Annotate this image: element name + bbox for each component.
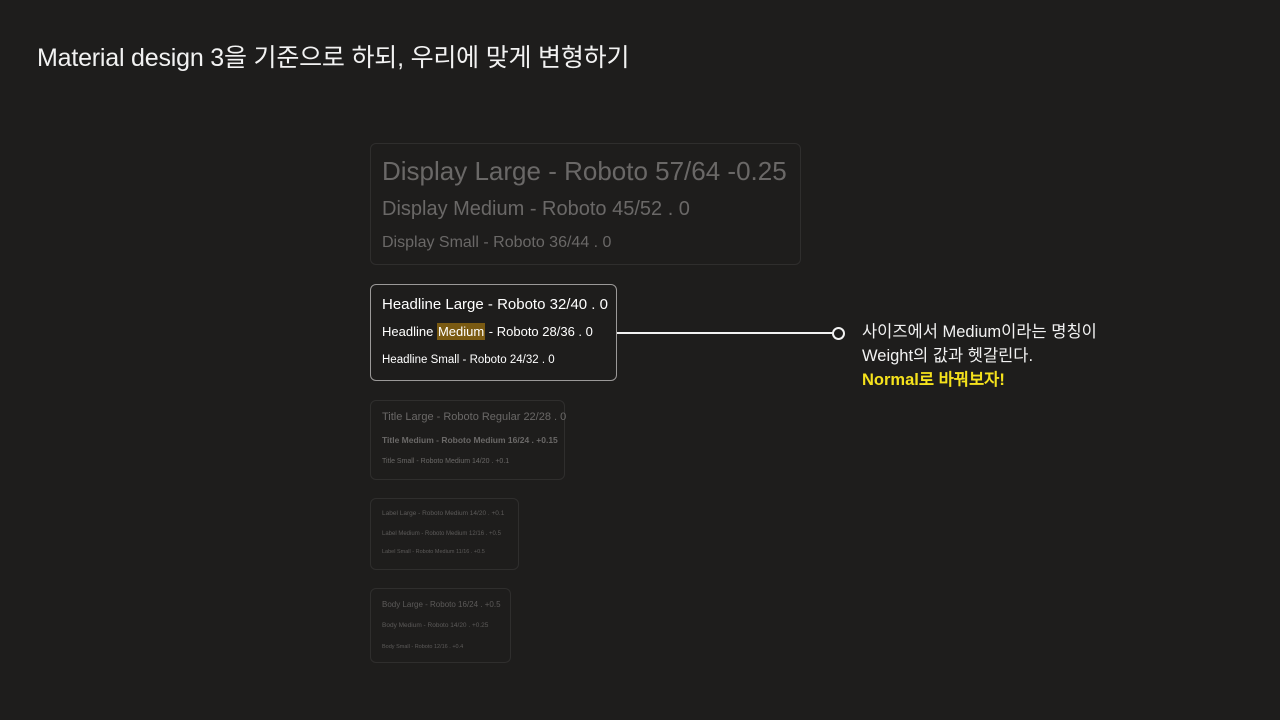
headline-medium-spec: Headline Medium - Roboto 28/36 . 0 xyxy=(382,323,593,340)
label-medium-spec: Label Medium - Roboto Medium 12/16 . +0.… xyxy=(382,531,501,537)
title-large-spec: Title Large - Roboto Regular 22/28 . 0 xyxy=(382,411,567,423)
annotation-note: 사이즈에서 Medium이라는 명칭이 Weight의 값과 헷갈린다. Nor… xyxy=(862,320,1097,392)
slide: Material design 3을 기준으로 하되, 우리에 맞게 변형하기 … xyxy=(0,0,1280,720)
body-medium-spec: Body Medium - Roboto 14/20 . +0.25 xyxy=(382,622,489,629)
annotation-connector-line xyxy=(617,332,835,334)
body-large-spec: Body Large - Roboto 16/24 . +0.5 xyxy=(382,600,501,609)
display-type-group: Display Large - Roboto 57/64 -0.25 Displ… xyxy=(370,143,801,265)
label-large-spec: Label Large - Roboto Medium 14/20 . +0.1 xyxy=(382,510,505,517)
headline-large-spec: Headline Large - Roboto 32/40 . 0 xyxy=(382,296,608,313)
note-line-1: 사이즈에서 Medium이라는 명칭이 xyxy=(862,323,1097,341)
title-medium-spec: Title Medium - Roboto Medium 16/24 . +0.… xyxy=(382,435,558,445)
title-small-spec: Title Small - Roboto Medium 14/20 . +0.1 xyxy=(382,458,510,465)
note-line-2: Weight의 값과 헷갈린다. xyxy=(862,347,1034,365)
headline-medium-suffix: - Roboto 28/36 . 0 xyxy=(485,324,593,339)
title-type-group: Title Large - Roboto Regular 22/28 . 0 T… xyxy=(370,400,567,480)
headline-small-spec: Headline Small - Roboto 24/32 . 0 xyxy=(382,354,555,366)
body-type-group: Body Large - Roboto 16/24 . +0.5 Body Me… xyxy=(370,588,511,663)
label-type-group: Label Large - Roboto Medium 14/20 . +0.1… xyxy=(370,498,519,570)
headline-medium-prefix: Headline xyxy=(382,324,437,339)
display-small-spec: Display Small - Roboto 36/44 . 0 xyxy=(382,234,612,251)
slide-title: Material design 3을 기준으로 하되, 우리에 맞게 변형하기 xyxy=(37,44,630,72)
annotation-connector-dot xyxy=(832,327,845,340)
headline-type-group: Headline Large - Roboto 32/40 . 0 Headli… xyxy=(370,284,617,381)
body-small-spec: Body Small - Roboto 12/16 . +0.4 xyxy=(382,644,464,650)
label-small-spec: Label Small - Roboto Medium 11/16 . +0.5 xyxy=(382,549,485,555)
display-medium-spec: Display Medium - Roboto 45/52 . 0 xyxy=(382,198,690,220)
medium-highlight: Medium xyxy=(436,323,486,340)
display-large-spec: Display Large - Roboto 57/64 -0.25 xyxy=(382,156,787,186)
note-emphasis: Normal로 바꿔보자! xyxy=(862,371,1005,389)
